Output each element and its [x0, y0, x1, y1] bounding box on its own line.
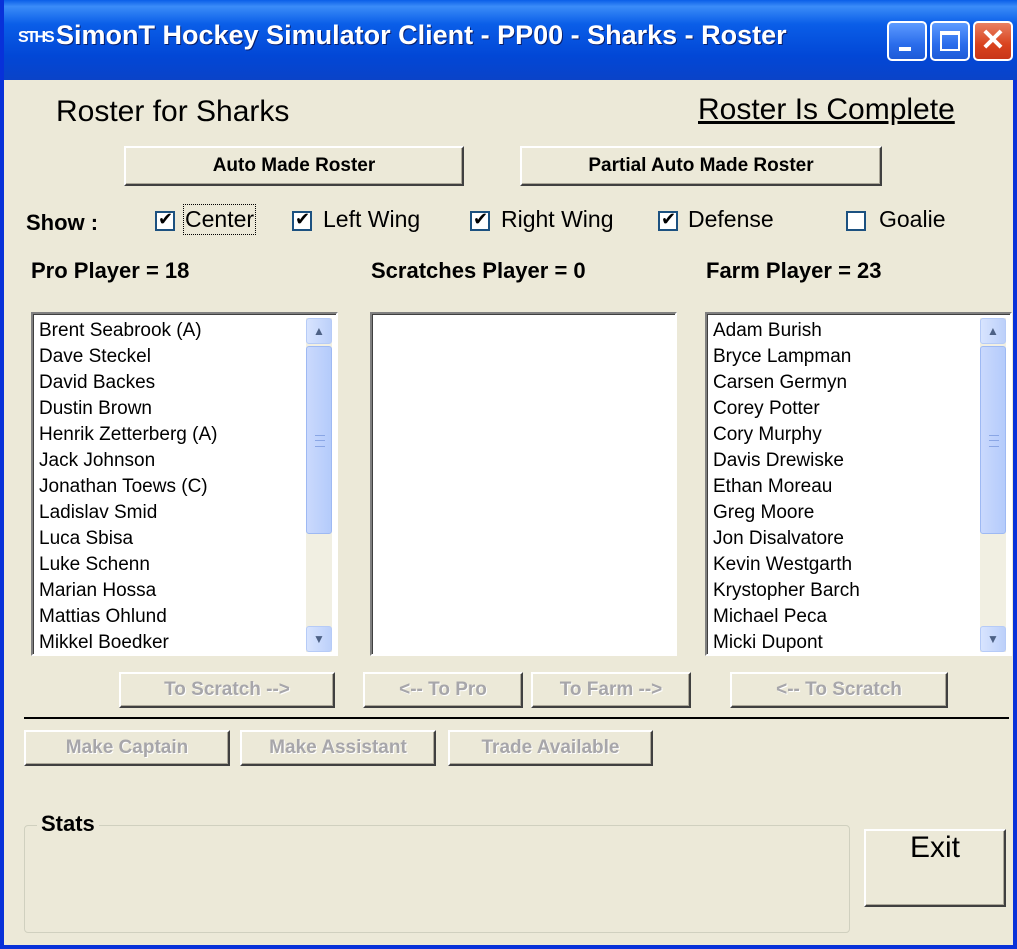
defense-checkbox-label[interactable]: Defense [688, 206, 774, 233]
list-item[interactable]: Henrik Zetterberg (A) [39, 422, 217, 448]
list-item[interactable]: Dave Steckel [39, 344, 217, 370]
list-item[interactable]: Jon Disalvatore [713, 526, 860, 552]
list-item[interactable]: Corey Potter [713, 396, 860, 422]
list-item[interactable]: Adam Burish [713, 318, 860, 344]
stats-legend: Stats [37, 811, 99, 837]
scrollbar-thumb[interactable] [306, 346, 332, 534]
list-item[interactable]: Marian Hossa [39, 578, 217, 604]
scroll-down-arrow-icon[interactable]: ▼ [980, 626, 1006, 652]
list-item[interactable]: Ethan Moreau [713, 474, 860, 500]
make-captain-button[interactable]: Make Captain [24, 730, 230, 766]
list-item[interactable]: Ladislav Smid [39, 500, 217, 526]
list-item[interactable]: Bryce Lampman [713, 344, 860, 370]
right-wing-checkbox-label[interactable]: Right Wing [501, 206, 613, 233]
checkmark-icon: ✔ [295, 209, 311, 230]
list-item[interactable]: Luke Schenn [39, 552, 217, 578]
stats-group: Stats [24, 811, 850, 933]
defense-checkbox[interactable]: ✔ [658, 209, 678, 231]
center-checkbox-label[interactable]: Center [182, 204, 257, 235]
list-item[interactable]: Greg Moore [713, 500, 860, 526]
farm-to-scratch-button[interactable]: <-- To Scratch [730, 672, 948, 708]
scratches-player-heading: Scratches Player = 0 [371, 258, 586, 283]
list-item[interactable]: Kevin Westgarth [713, 552, 860, 578]
partial-auto-made-roster-button[interactable]: Partial Auto Made Roster [520, 146, 882, 186]
scratch-to-farm-button[interactable]: To Farm --> [531, 672, 691, 708]
maximize-icon [940, 31, 960, 51]
scratch-to-pro-button[interactable]: <-- To Pro [363, 672, 523, 708]
pro-list-scrollbar[interactable]: ▲ ▼ [306, 318, 332, 652]
roster-window: STHS SimonT Hockey Simulator Client - PP… [0, 0, 1017, 949]
center-checkbox[interactable]: ✔ [155, 209, 175, 231]
close-icon: ✕ [980, 24, 1006, 57]
list-item[interactable]: Carsen Germyn [713, 370, 860, 396]
scratches-player-list[interactable] [370, 312, 677, 656]
grip-icon [989, 435, 999, 447]
goalie-checkbox[interactable] [846, 211, 866, 231]
list-item[interactable]: Krystopher Barch [713, 578, 860, 604]
auto-made-roster-button[interactable]: Auto Made Roster [124, 146, 464, 186]
list-item[interactable]: Brent Seabrook (A) [39, 318, 217, 344]
scroll-up-arrow-icon[interactable]: ▲ [306, 318, 332, 344]
list-item[interactable]: Cory Murphy [713, 422, 860, 448]
trade-available-button[interactable]: Trade Available [448, 730, 653, 766]
maximize-button[interactable] [930, 21, 970, 61]
scroll-up-arrow-icon[interactable]: ▲ [980, 318, 1006, 344]
farm-list-scrollbar[interactable]: ▲ ▼ [980, 318, 1006, 652]
exit-button[interactable]: Exit [864, 829, 1006, 907]
left-wing-checkbox-label[interactable]: Left Wing [323, 206, 420, 233]
minimize-button[interactable] [887, 21, 927, 61]
list-item[interactable]: Jonathan Toews (C) [39, 474, 217, 500]
minimize-icon [899, 47, 911, 51]
list-item[interactable]: Mattias Ohlund [39, 604, 217, 630]
separator-line [24, 717, 1009, 719]
scrollbar-thumb[interactable] [980, 346, 1006, 534]
make-assistant-button[interactable]: Make Assistant [240, 730, 436, 766]
right-wing-checkbox[interactable]: ✔ [470, 209, 490, 231]
show-label: Show : [26, 210, 99, 235]
pro-player-heading: Pro Player = 18 [31, 258, 190, 283]
pro-player-items: Brent Seabrook (A) Dave Steckel David Back… [39, 318, 217, 654]
left-wing-checkbox[interactable]: ✔ [292, 209, 312, 231]
list-item[interactable]: Davis Drewiske [713, 448, 860, 474]
farm-player-list[interactable]: Adam Burish Bryce Lampman Carsen Germyn Cor… [705, 312, 1012, 656]
list-item[interactable]: David Backes [39, 370, 217, 396]
sths-app-icon: STHS [18, 29, 55, 46]
roster-status: Roster Is Complete [698, 93, 955, 126]
list-item[interactable]: Dustin Brown [39, 396, 217, 422]
list-item[interactable]: Jack Johnson [39, 448, 217, 474]
scroll-down-arrow-icon[interactable]: ▼ [306, 626, 332, 652]
checkmark-icon: ✔ [158, 209, 174, 230]
window-title: SimonT Hockey Simulator Client - PP00 - … [56, 20, 787, 50]
list-item[interactable]: Micki Dupont [713, 630, 860, 654]
grip-icon [315, 435, 325, 447]
roster-title: Roster for Sharks [56, 95, 290, 128]
close-button[interactable]: ✕ [973, 21, 1013, 61]
pro-player-list[interactable]: Brent Seabrook (A) Dave Steckel David Back… [31, 312, 338, 656]
farm-player-heading: Farm Player = 23 [706, 258, 882, 283]
pro-to-scratch-button[interactable]: To Scratch --> [119, 672, 335, 708]
goalie-checkbox-label[interactable]: Goalie [879, 206, 945, 233]
list-item[interactable]: Luca Sbisa [39, 526, 217, 552]
list-item[interactable]: Michael Peca [713, 604, 860, 630]
list-item[interactable]: Mikkel Boedker [39, 630, 217, 654]
checkmark-icon: ✔ [661, 209, 677, 230]
checkmark-icon: ✔ [473, 209, 489, 230]
farm-player-items: Adam Burish Bryce Lampman Carsen Germyn Cor… [713, 318, 860, 654]
title-bar[interactable]: STHS SimonT Hockey Simulator Client - PP… [4, 0, 1017, 80]
